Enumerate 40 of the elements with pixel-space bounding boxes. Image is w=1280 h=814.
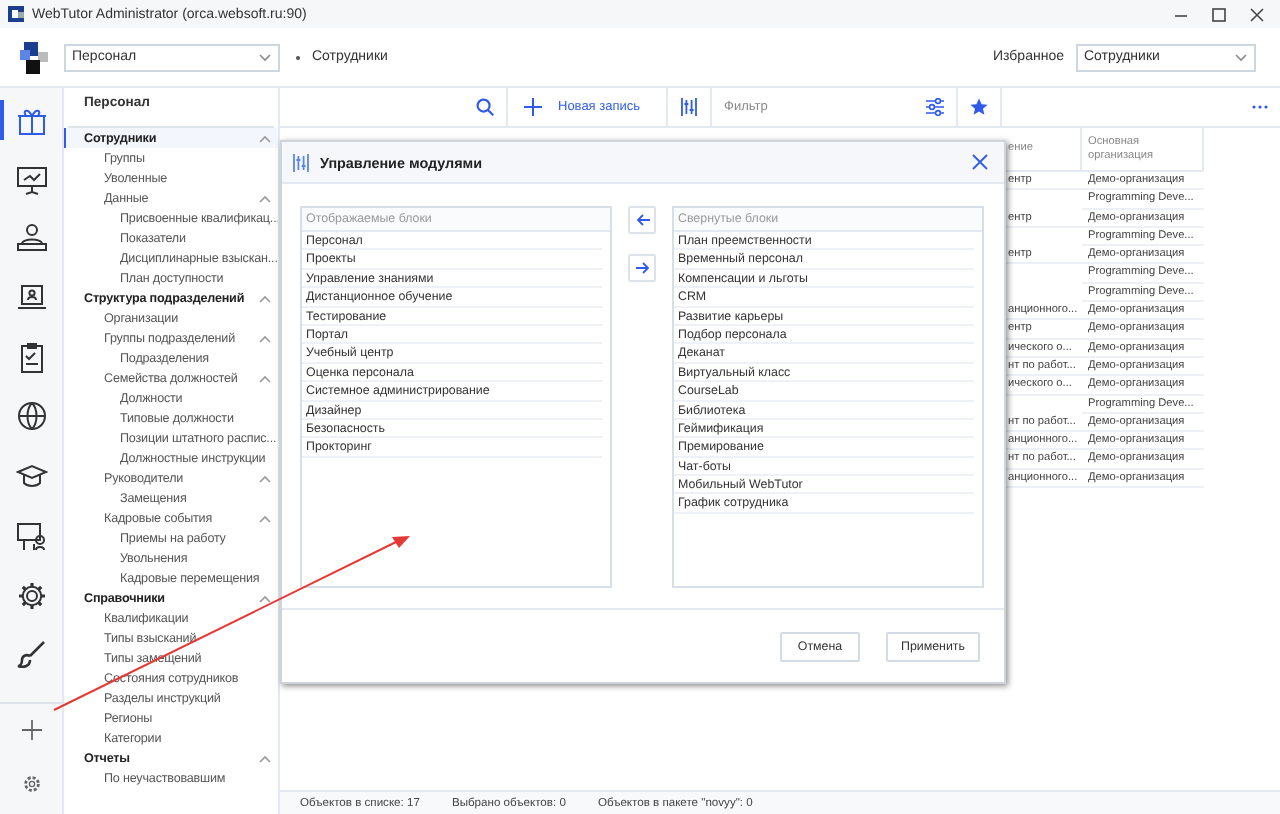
gift-icon[interactable] bbox=[15, 104, 47, 136]
arrow-right-icon bbox=[635, 262, 649, 274]
app-logo-icon bbox=[8, 6, 24, 22]
chevron-up-icon[interactable] bbox=[258, 293, 272, 303]
move-left-button[interactable] bbox=[628, 206, 656, 234]
chevron-up-icon[interactable] bbox=[258, 473, 272, 483]
maximize-icon[interactable] bbox=[1212, 7, 1226, 21]
teacher-icon[interactable] bbox=[15, 222, 47, 255]
chevron-up-icon[interactable] bbox=[258, 333, 272, 343]
chevron-up-icon[interactable] bbox=[258, 753, 272, 763]
close-icon[interactable] bbox=[1250, 7, 1264, 21]
column-settings-icon bbox=[292, 153, 310, 171]
brush-icon[interactable] bbox=[15, 638, 47, 671]
laptop-icon[interactable] bbox=[15, 282, 47, 315]
chevron-up-icon[interactable] bbox=[258, 373, 272, 383]
settings-icon[interactable] bbox=[21, 774, 41, 794]
clipboard-icon[interactable] bbox=[15, 341, 47, 374]
chevron-up-icon[interactable] bbox=[258, 133, 272, 143]
presentation-icon[interactable] bbox=[15, 163, 47, 196]
close-icon[interactable] bbox=[972, 154, 988, 170]
graduation-cap-icon[interactable] bbox=[15, 460, 47, 493]
globe-icon[interactable] bbox=[15, 400, 47, 433]
logo-icon bbox=[20, 39, 52, 75]
selection-indicator bbox=[0, 100, 3, 140]
meeting-board-icon[interactable] bbox=[15, 519, 47, 552]
move-right-button[interactable] bbox=[628, 254, 656, 282]
caret-icon bbox=[258, 52, 272, 62]
arrow-left-icon bbox=[635, 214, 649, 226]
settings-icon[interactable] bbox=[15, 579, 47, 611]
filter-sliders-icon[interactable] bbox=[926, 98, 944, 116]
chevron-up-icon[interactable] bbox=[258, 193, 272, 203]
chevron-up-icon[interactable] bbox=[258, 593, 272, 603]
add-icon[interactable] bbox=[21, 719, 41, 740]
caret-icon bbox=[1234, 52, 1248, 62]
star-icon[interactable] bbox=[970, 98, 988, 116]
search-icon[interactable] bbox=[476, 98, 494, 116]
chevron-up-icon[interactable] bbox=[258, 513, 272, 523]
more-icon[interactable] bbox=[1252, 104, 1268, 110]
column-settings-icon[interactable] bbox=[680, 98, 698, 116]
plus-icon bbox=[524, 98, 542, 116]
